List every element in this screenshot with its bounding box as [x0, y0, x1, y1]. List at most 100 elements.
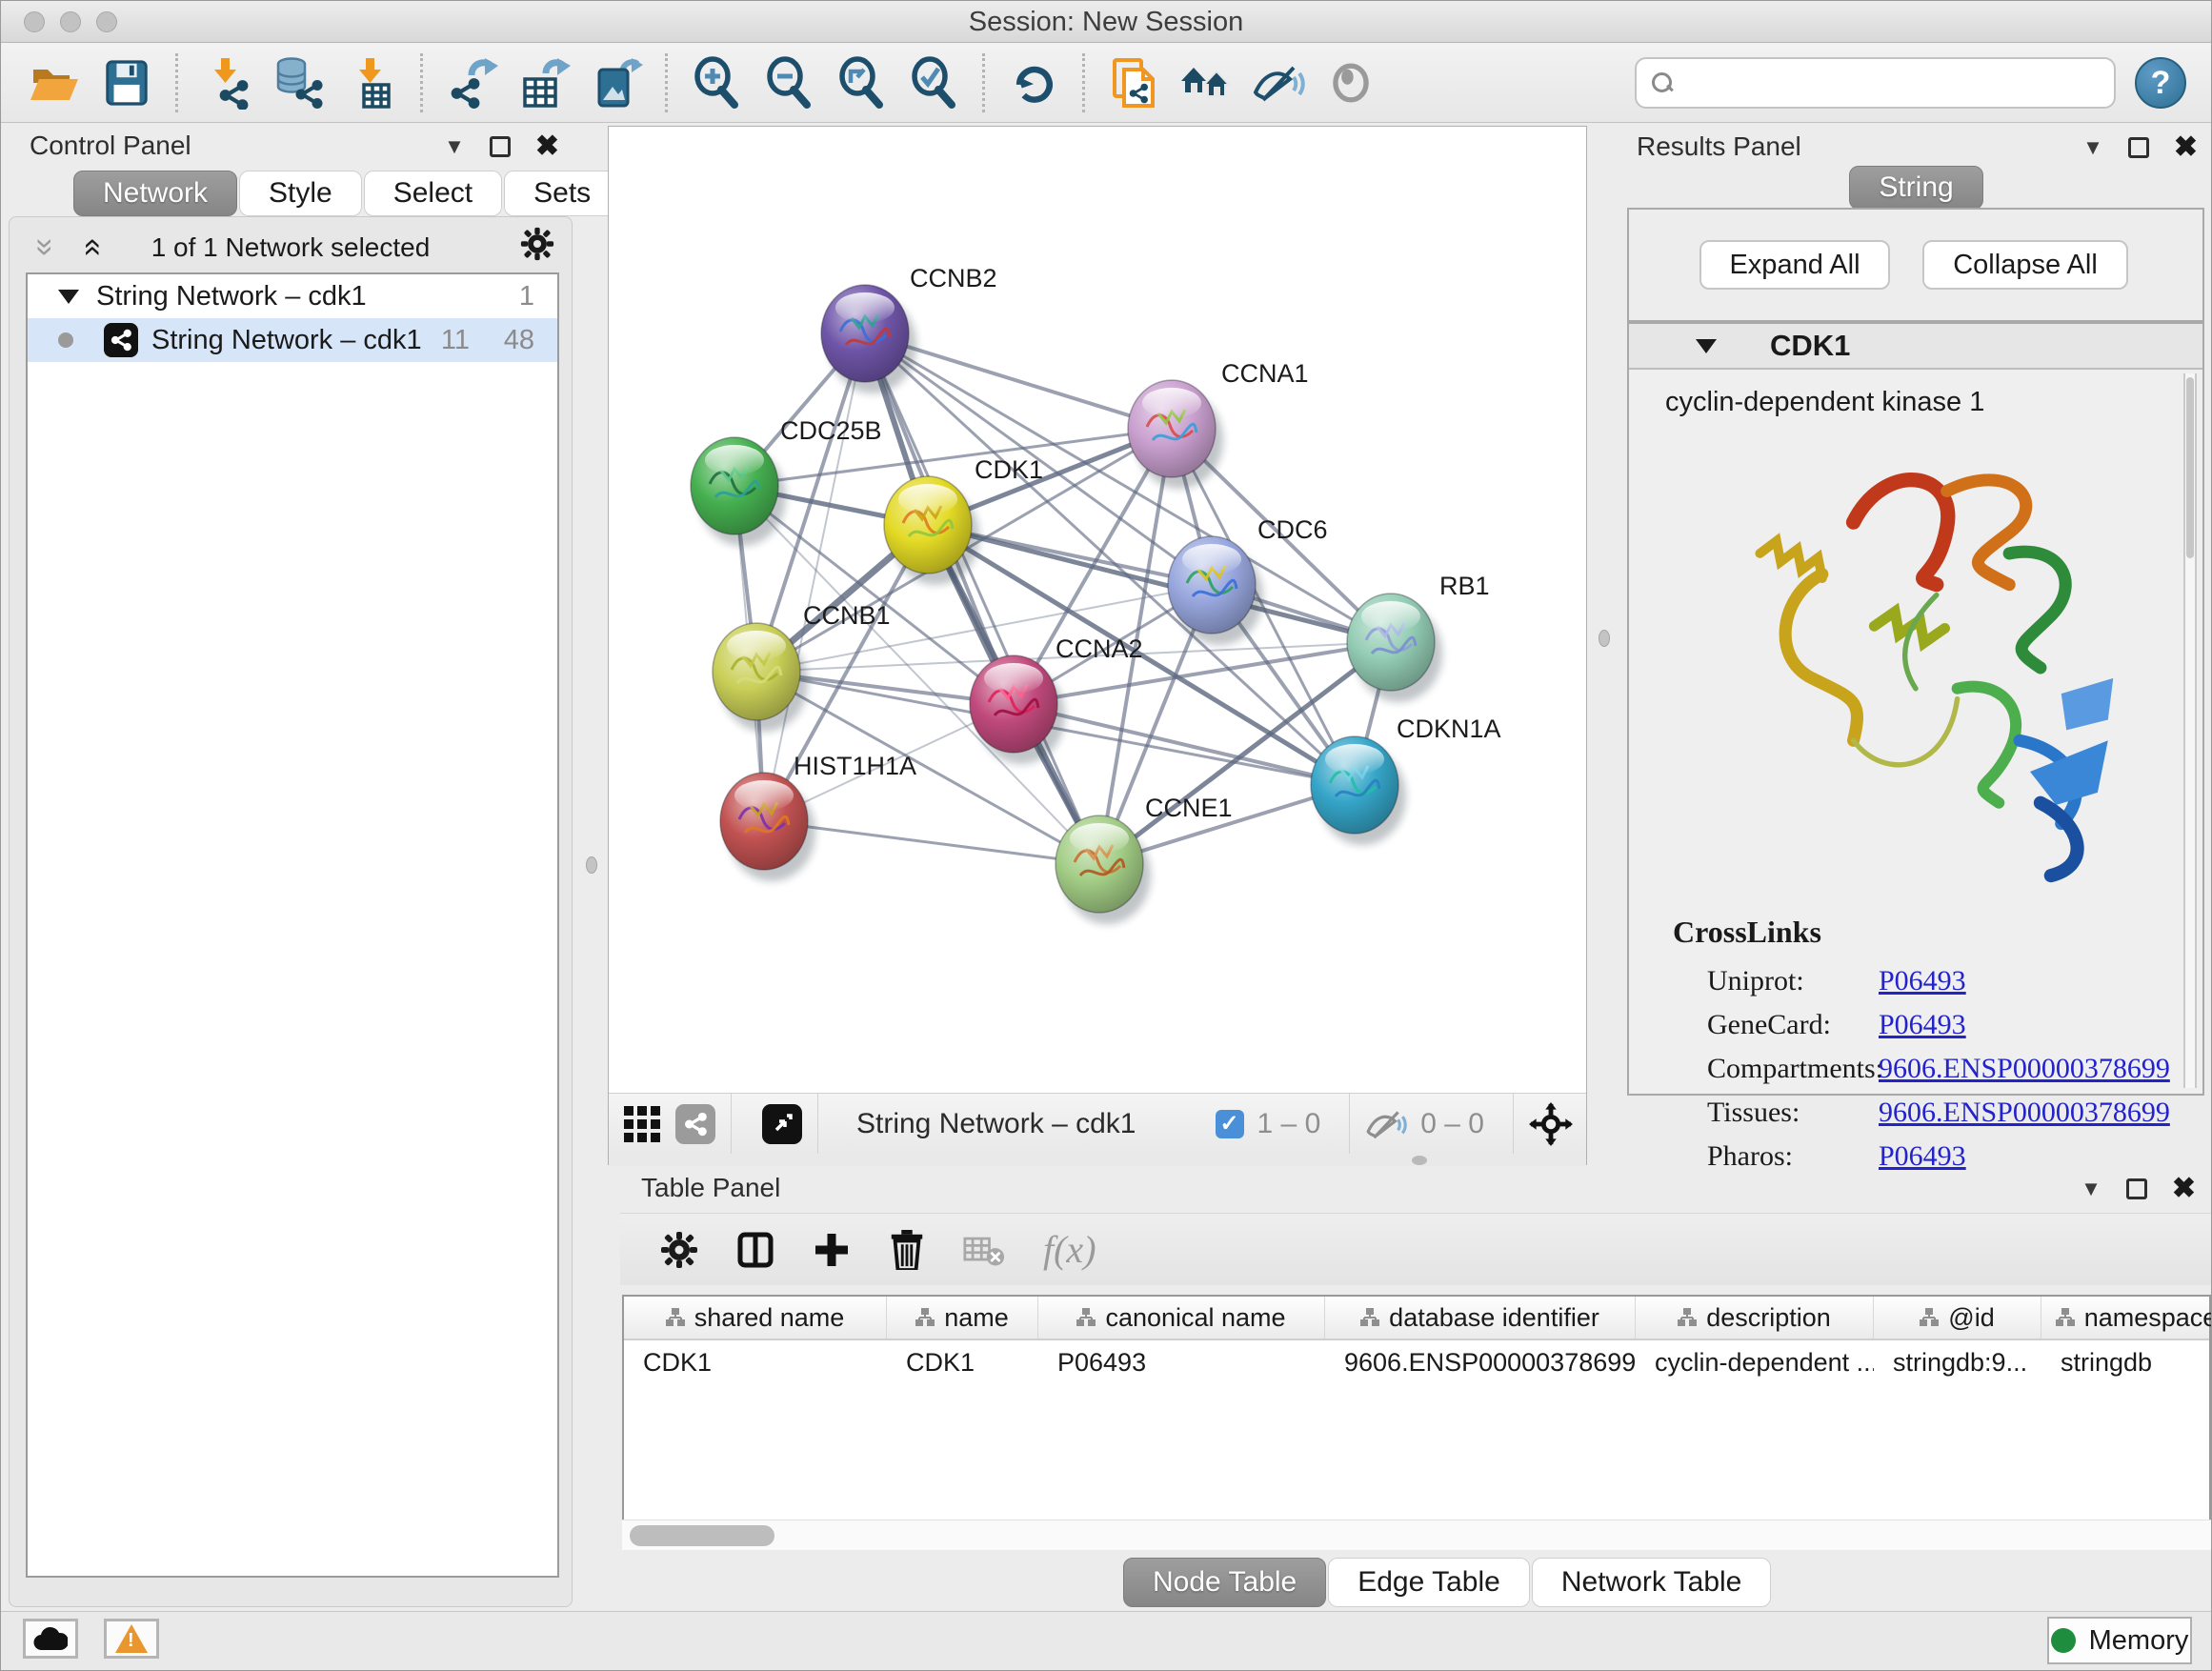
- import-network-file-button[interactable]: [199, 55, 254, 111]
- table-cell[interactable]: stringdb:9...: [1874, 1340, 2041, 1384]
- panel-close-icon[interactable]: ✖: [535, 136, 559, 157]
- node-CDC25B[interactable]: [691, 437, 778, 534]
- node-RB1[interactable]: [1347, 594, 1435, 691]
- network-row[interactable]: String Network – cdk1 11 48: [28, 318, 557, 362]
- table-cell[interactable]: CDK1: [624, 1340, 887, 1384]
- left-splitter-handle[interactable]: [586, 856, 597, 874]
- save-session-button[interactable]: [99, 55, 154, 111]
- column-header-database-identifier[interactable]: database identifier: [1325, 1297, 1636, 1339]
- expand-all-button[interactable]: Expand All: [1699, 240, 1890, 290]
- panel-float-icon[interactable]: [2128, 137, 2149, 158]
- node-CCNB2[interactable]: [821, 285, 909, 382]
- hidden-eye-icon: [1365, 1109, 1407, 1139]
- panel-float-icon[interactable]: [490, 136, 511, 157]
- column-header-shared-name[interactable]: shared name: [624, 1297, 887, 1339]
- network-options-gear-icon[interactable]: [520, 227, 554, 266]
- results-scrollbar[interactable]: [2183, 373, 2197, 1088]
- node-CDC6[interactable]: [1168, 536, 1256, 634]
- pan-crosshair-icon[interactable]: [1529, 1102, 1573, 1146]
- network-view-mode-icon[interactable]: [675, 1104, 715, 1144]
- crosslink-link[interactable]: 9606.ENSP00000378699: [1879, 1053, 2170, 1085]
- import-network-database-button[interactable]: [271, 55, 327, 111]
- zoom-fit-button[interactable]: [834, 55, 889, 111]
- zoom-in-button[interactable]: [689, 55, 744, 111]
- search-input[interactable]: [1684, 69, 2102, 98]
- network-view: CCNB2CCNA1CDC25BCDK1CDC6RB1CCNB1CCNA2CDK…: [608, 126, 1587, 1165]
- gene-description: cyclin-dependent kinase 1: [1665, 387, 1984, 418]
- column-header-canonical-name[interactable]: canonical name: [1038, 1297, 1325, 1339]
- node-CCNA2[interactable]: [970, 655, 1057, 753]
- table-cell[interactable]: CDK1: [887, 1340, 1038, 1384]
- panel-float-icon[interactable]: [2126, 1178, 2147, 1199]
- open-session-button[interactable]: [27, 55, 82, 111]
- column-header-description[interactable]: description: [1636, 1297, 1874, 1339]
- tab-network-table[interactable]: Network Table: [1532, 1558, 1772, 1607]
- network-tree: String Network – cdk1 1 String Network –…: [26, 272, 559, 1578]
- export-image-button[interactable]: [589, 55, 644, 111]
- warnings-button[interactable]: [104, 1619, 159, 1659]
- tab-node-table[interactable]: Node Table: [1123, 1558, 1326, 1607]
- table-cell[interactable]: cyclin-dependent ...: [1636, 1340, 1874, 1384]
- first-neighbors-button[interactable]: [1178, 55, 1234, 111]
- table-settings-gear-icon[interactable]: [660, 1231, 698, 1269]
- help-button[interactable]: ?: [2135, 57, 2186, 109]
- zoom-fit-icon: [851, 70, 864, 83]
- network-collection-row[interactable]: String Network – cdk1 1: [28, 274, 557, 318]
- zoom-selected-button[interactable]: [906, 55, 961, 111]
- table-tabs: Node TableEdge TableNetwork Table: [1123, 1558, 1773, 1607]
- node-CCNB1[interactable]: [713, 623, 800, 720]
- export-network-button[interactable]: [444, 55, 499, 111]
- node-CDK1[interactable]: [884, 476, 972, 574]
- node-CCNA1[interactable]: [1128, 380, 1216, 477]
- tab-network[interactable]: Network: [73, 171, 237, 216]
- crosslink-link[interactable]: 9606.ENSP00000378699: [1879, 1097, 2170, 1129]
- table-cell[interactable]: 9606.ENSP00000378699: [1325, 1340, 1636, 1384]
- node-HIST1H1A[interactable]: [720, 773, 808, 870]
- tab-edge-table[interactable]: Edge Table: [1328, 1558, 1530, 1607]
- grid-mode-icon[interactable]: [624, 1106, 660, 1142]
- network-canvas[interactable]: CCNB2CCNA1CDC25BCDK1CDC6RB1CCNB1CCNA2CDK…: [609, 127, 1588, 1093]
- collection-expand-caret[interactable]: [58, 290, 79, 304]
- panel-menu-icon[interactable]: ▼: [2081, 1177, 2101, 1201]
- column-header-@id[interactable]: @id: [1874, 1297, 2041, 1339]
- create-column-plus-icon[interactable]: [813, 1231, 851, 1269]
- table-horizontal-scrollbar[interactable]: [622, 1520, 2211, 1550]
- crosslink-link[interactable]: P06493: [1879, 1009, 1966, 1041]
- birdseye-view-icon[interactable]: [762, 1104, 802, 1144]
- import-table-button[interactable]: [344, 55, 399, 111]
- table-cell[interactable]: P06493: [1038, 1340, 1325, 1384]
- tab-style[interactable]: Style: [239, 171, 362, 216]
- collapse-all-button[interactable]: Collapse All: [1922, 240, 2128, 290]
- zoom-out-button[interactable]: [761, 55, 816, 111]
- column-header-namespace[interactable]: namespace: [2041, 1297, 2212, 1339]
- selected-indicator-checkbox[interactable]: ✓: [1216, 1110, 1244, 1138]
- panel-close-icon[interactable]: ✖: [2172, 1178, 2196, 1199]
- column-header-name[interactable]: name: [887, 1297, 1038, 1339]
- panel-menu-icon[interactable]: ▼: [2082, 135, 2103, 160]
- show-all-button[interactable]: [1323, 55, 1378, 111]
- edge-CCNB2-CCNE1[interactable]: [865, 333, 1099, 864]
- tab-sets[interactable]: Sets: [504, 171, 620, 216]
- delete-column-trash-icon[interactable]: [889, 1230, 925, 1270]
- scrollbar-thumb[interactable]: [630, 1525, 774, 1546]
- entry-expand-caret[interactable]: [1696, 339, 1717, 353]
- table-cell[interactable]: stringdb: [2041, 1340, 2212, 1384]
- panel-menu-icon[interactable]: ▼: [444, 134, 465, 159]
- apply-layout-button[interactable]: [1006, 55, 1061, 111]
- table-row[interactable]: CDK1CDK1P064939606.ENSP00000378699cyclin…: [624, 1340, 2209, 1384]
- tab-string[interactable]: String: [1849, 166, 1982, 210]
- node-CDKN1A[interactable]: [1311, 736, 1398, 834]
- hide-selected-button[interactable]: [1251, 55, 1306, 111]
- export-table-button[interactable]: [516, 55, 572, 111]
- panel-close-icon[interactable]: ✖: [2174, 137, 2198, 158]
- node-CCNE1[interactable]: [1056, 815, 1143, 913]
- cloud-button[interactable]: [23, 1619, 78, 1659]
- show-columns-icon[interactable]: [736, 1231, 774, 1269]
- crosslink-link[interactable]: P06493: [1879, 965, 1966, 997]
- right-splitter-handle[interactable]: [1599, 630, 1610, 647]
- memory-button[interactable]: Memory: [2047, 1617, 2192, 1664]
- title-bar: Session: New Session: [1, 1, 2211, 43]
- tab-select[interactable]: Select: [364, 171, 502, 216]
- clone-network-button[interactable]: [1106, 55, 1161, 111]
- gene-entry-header[interactable]: CDK1: [1629, 324, 2202, 370]
